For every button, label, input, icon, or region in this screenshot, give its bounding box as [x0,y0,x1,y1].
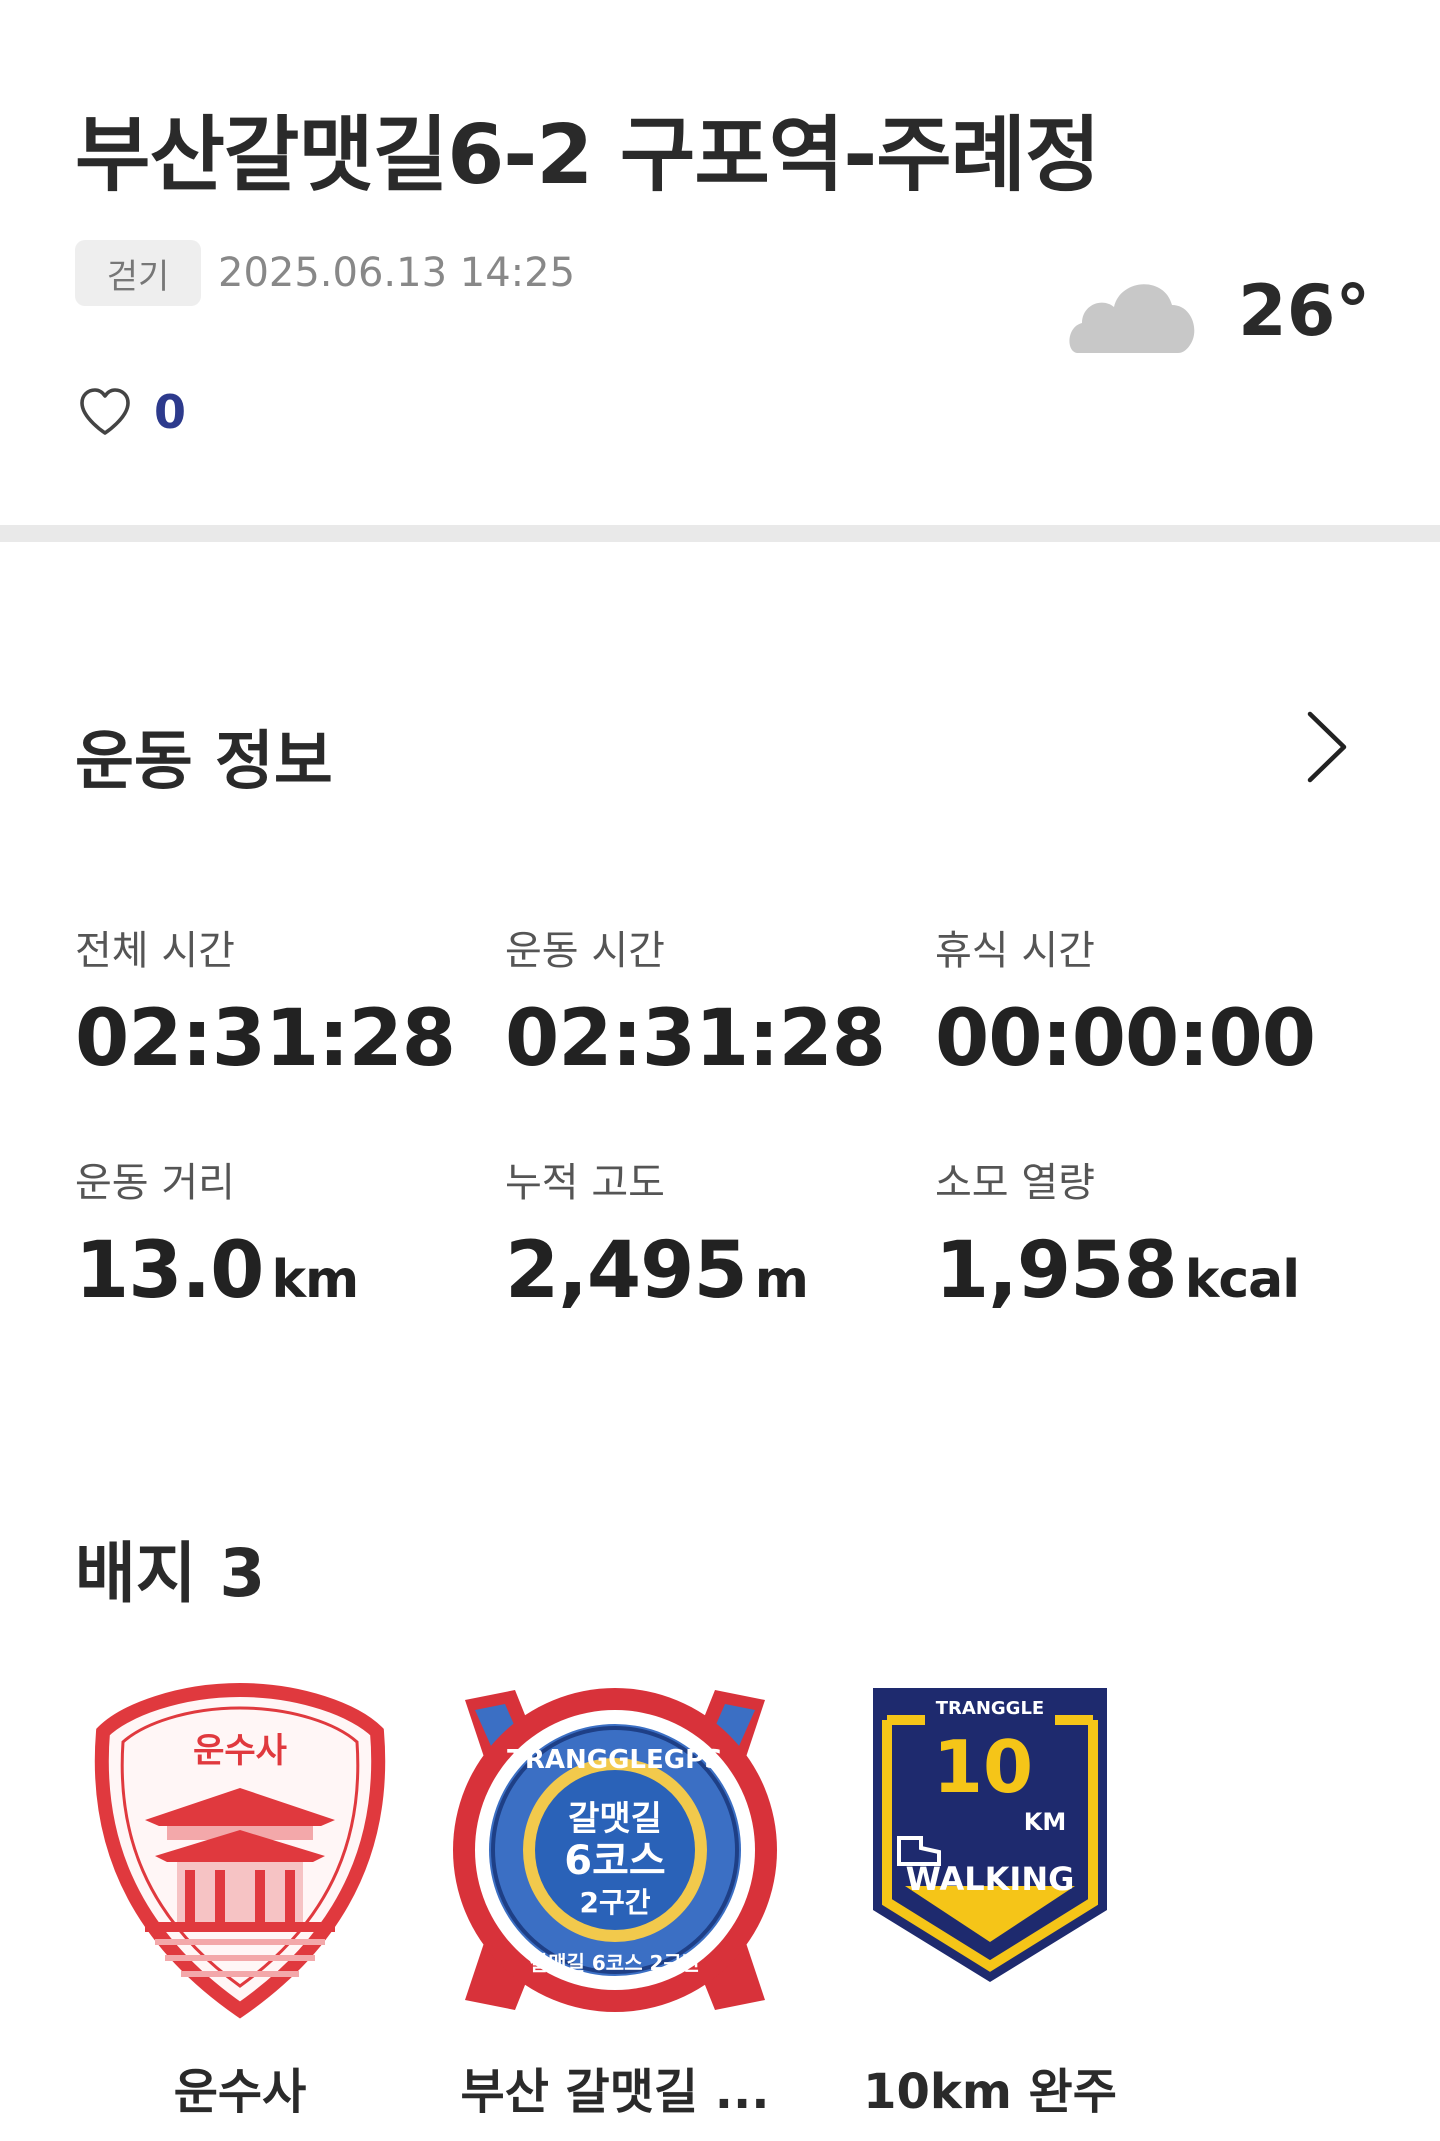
svg-text:WALKING: WALKING [906,1860,1075,1898]
workout-info-title: 운동 정보 [75,725,333,799]
section-divider [0,525,1440,542]
stat-label: 누적 고도 [505,1160,665,1206]
stat-total-time: 전체 시간 02:31:28 [75,918,495,1084]
temple-stamp-badge-icon: 운수사 [94,1682,386,2019]
svg-text:2구간: 2구간 [579,1886,650,1919]
galmaetgil-medal-badge-icon: TRANGGLEGPS 갈맷길 6코스 2구간 갈맷길 6코스 2구간 [453,1688,777,2012]
badge-label: 10km 완주 [863,2064,1117,2120]
stat-exercise-time: 운동 시간 02:31:28 [505,918,925,1084]
badge-label: 부산 갈맷길 ... [460,2064,770,2120]
stat-value: 02:31:28 [75,994,456,1084]
svg-text:TRANGGLE: TRANGGLE [936,1698,1044,1719]
stat-label: 운동 거리 [75,1160,235,1206]
stat-label: 운동 시간 [505,928,665,974]
svg-text:TRANGGLEGPS: TRANGGLEGPS [507,1745,723,1775]
svg-text:운수사: 운수사 [193,1731,287,1771]
stat-unit: m [754,1250,809,1310]
activity-datetime: 2025.06.13 14:25 [218,250,576,296]
stat-rest-time: 휴식 시간 00:00:00 [935,918,1355,1084]
badge-unsusa[interactable]: 운수사 운수사 [70,1680,410,2120]
badges-title: 배지 3 [75,1535,266,1612]
like-count: 0 [154,385,187,439]
stat-label: 전체 시간 [75,928,235,974]
svg-text:10: 10 [933,1725,1033,1809]
stat-label: 휴식 시간 [935,928,1095,974]
cloud-icon [1069,284,1195,353]
svg-text:갈맷길 6코스 2구간: 갈맷길 6코스 2구간 [530,1951,701,1975]
activity-type-badge: 걷기 [75,240,201,306]
stat-value: 1,958 kcal [935,1226,1300,1316]
chevron-right-icon[interactable] [1298,708,1354,786]
stat-unit: kcal [1184,1250,1300,1310]
stat-value: 00:00:00 [935,994,1316,1084]
like-button[interactable]: 0 [78,382,186,442]
stat-value: 2,495 m [505,1226,809,1316]
temperature: 26° [1238,270,1371,352]
stat-value: 13.0 km [75,1226,359,1316]
stat-distance: 운동 거리 13.0 km [75,1150,495,1316]
activity-header: 부산갈맷길6-2 구포역-주례정 걷기 2025.06.13 14:25 26°… [0,0,1440,525]
stat-calories: 소모 열량 1,958 kcal [935,1150,1355,1316]
stat-value: 02:31:28 [505,994,886,1084]
svg-text:6코스: 6코스 [564,1838,665,1884]
svg-text:KM: KM [1024,1808,1066,1836]
badge-galmaetgil[interactable]: TRANGGLEGPS 갈맷길 6코스 2구간 갈맷길 6코스 2구간 부산 갈… [445,1680,785,2120]
stat-unit: km [271,1250,359,1310]
heart-icon [80,388,130,435]
stat-elevation: 누적 고도 2,495 m [505,1150,925,1316]
walking-10km-badge-icon: TRANGGLE 10 KM WALKING [873,1688,1107,1982]
badge-label: 운수사 [173,2064,307,2120]
page-title: 부산갈맷길6-2 구포역-주례정 [75,108,1101,203]
stat-label: 소모 열량 [935,1160,1095,1206]
svg-text:갈맷길: 갈맷길 [568,1799,662,1839]
badge-10km[interactable]: TRANGGLE 10 KM WALKING 10km 완주 [820,1680,1160,2120]
